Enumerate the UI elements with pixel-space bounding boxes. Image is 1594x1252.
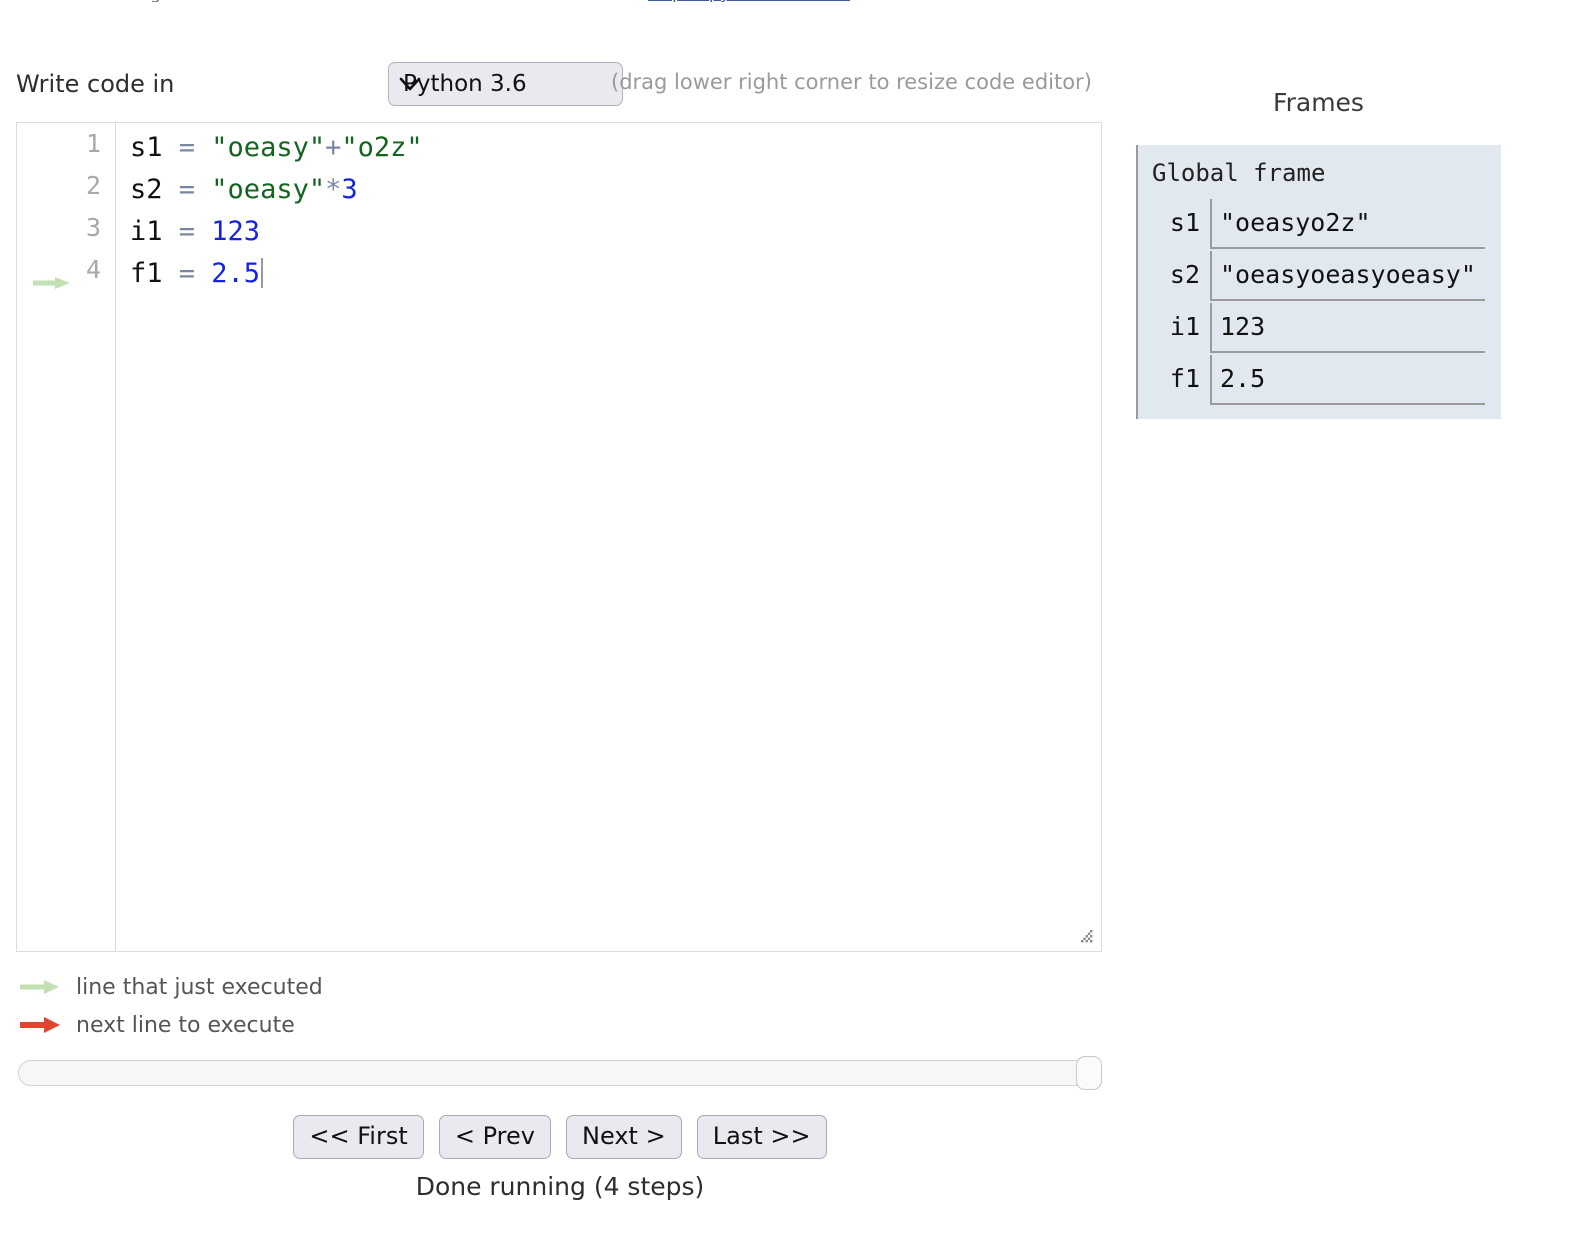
frame-variable-row: f1 2.5 bbox=[1138, 355, 1501, 405]
variable-value: 2.5 bbox=[1210, 355, 1485, 405]
code-token-str: "oeasy" bbox=[211, 174, 326, 205]
execution-legend: line that just executed next line to exe… bbox=[18, 968, 618, 1044]
resize-hint-text: (drag lower right corner to resize code … bbox=[611, 70, 1092, 94]
step-controls: << First < Prev Next > Last >> bbox=[0, 1115, 1120, 1159]
run-status-text: Done running (4 steps) bbox=[415, 1172, 705, 1201]
clipped-link-fragment[interactable]: https://pythontutor.com bbox=[648, 0, 850, 2]
frame-variable-row: i1 123 bbox=[1138, 303, 1501, 353]
green-arrow-icon bbox=[18, 977, 62, 997]
frame-variable-row: s1 "oeasyo2z" bbox=[1138, 199, 1501, 249]
code-token-op: = bbox=[178, 174, 212, 205]
code-token-num: 3 bbox=[341, 174, 358, 205]
variable-name: f1 bbox=[1169, 364, 1200, 393]
line-number: 3 bbox=[85, 213, 101, 242]
code-token-name: s2 bbox=[130, 174, 179, 205]
line-number: 2 bbox=[85, 171, 101, 200]
variable-name: i1 bbox=[1169, 312, 1200, 341]
clipped-text-fragment: g bbox=[150, 0, 161, 2]
code-token-str: "oeasy" bbox=[211, 132, 326, 163]
next-button[interactable]: Next > bbox=[566, 1115, 682, 1159]
frame-variable-row: s2 "oeasyoeasyoeasy" bbox=[1138, 251, 1501, 301]
clipped-top-row: g https://pythontutor.com bbox=[0, 0, 1594, 2]
code-token-num: 2.5 bbox=[211, 258, 261, 289]
code-token-op: = bbox=[178, 216, 212, 247]
language-select-wrapper[interactable]: Python 3.6Python 2.7JavaJavaScriptCC++ bbox=[202, 62, 623, 106]
variable-name: s1 bbox=[1169, 208, 1200, 237]
language-select[interactable]: Python 3.6Python 2.7JavaJavaScriptCC++ bbox=[388, 62, 623, 106]
write-code-label: Write code in bbox=[16, 70, 175, 98]
line-number-gutter: 1 2 3 4 bbox=[17, 123, 116, 951]
first-button[interactable]: << First bbox=[293, 1115, 424, 1159]
legend-row-executed: line that just executed bbox=[18, 968, 618, 1006]
variable-name: s2 bbox=[1169, 260, 1200, 289]
variable-value: "oeasyo2z" bbox=[1210, 199, 1485, 249]
legend-row-next: next line to execute bbox=[18, 1006, 618, 1044]
code-token-op: = bbox=[178, 132, 212, 163]
code-token-op: = bbox=[178, 258, 212, 289]
last-button[interactable]: Last >> bbox=[696, 1115, 827, 1159]
red-arrow-icon bbox=[18, 1015, 62, 1035]
code-token-op: + bbox=[325, 132, 342, 163]
code-editor[interactable]: 1234 s1 = "oeasy"+"o2z" s2 = "oeasy"*3 i1 … bbox=[16, 122, 1102, 952]
variable-value: 123 bbox=[1210, 303, 1485, 353]
frame-variable-list: s1 "oeasyo2z" s2 "oeasyoeasyoeasy" i1 123 f1 2.… bbox=[1138, 199, 1501, 405]
code-token-name: s1 bbox=[130, 132, 179, 163]
code-line[interactable]: s1 = "oeasy"+"o2z" bbox=[130, 127, 1101, 169]
code-line[interactable]: s2 = "oeasy"*3 bbox=[130, 169, 1101, 211]
frames-heading: Frames bbox=[1273, 88, 1364, 117]
frame-title: Global frame bbox=[1152, 159, 1326, 187]
slider-handle[interactable] bbox=[1076, 1056, 1102, 1090]
slider-track[interactable] bbox=[18, 1060, 1102, 1086]
global-frame-panel: Global frame s1 "oeasyo2z" s2 "oeasyoeasyoe… bbox=[1136, 145, 1501, 419]
code-content[interactable]: s1 = "oeasy"+"o2z" s2 = "oeasy"*3 i1 = 123… bbox=[116, 123, 1101, 295]
code-token-num: 123 bbox=[211, 216, 261, 247]
variable-value: "oeasyoeasyoeasy" bbox=[1210, 251, 1485, 301]
line-number: 4 bbox=[17, 249, 115, 291]
code-line[interactable]: i1 = 123 bbox=[130, 211, 1101, 253]
resize-grip-icon[interactable] bbox=[1077, 927, 1095, 945]
code-token-op: * bbox=[325, 174, 342, 205]
code-token-name: i1 bbox=[130, 216, 179, 247]
prev-button[interactable]: < Prev bbox=[438, 1115, 551, 1159]
green-arrow-icon bbox=[31, 262, 73, 289]
code-token-str: "o2z" bbox=[341, 132, 423, 163]
line-number: 1 bbox=[85, 129, 101, 158]
legend-label-executed: line that just executed bbox=[76, 974, 323, 1000]
text-caret bbox=[261, 258, 264, 288]
legend-label-next: next line to execute bbox=[76, 1012, 295, 1038]
editor-header: Write code in Python 3.6Python 2.7JavaJa… bbox=[16, 62, 1136, 112]
code-token-name: f1 bbox=[130, 258, 179, 289]
code-line[interactable]: f1 = 2.5 bbox=[130, 253, 1101, 295]
execution-slider[interactable] bbox=[18, 1056, 1102, 1090]
